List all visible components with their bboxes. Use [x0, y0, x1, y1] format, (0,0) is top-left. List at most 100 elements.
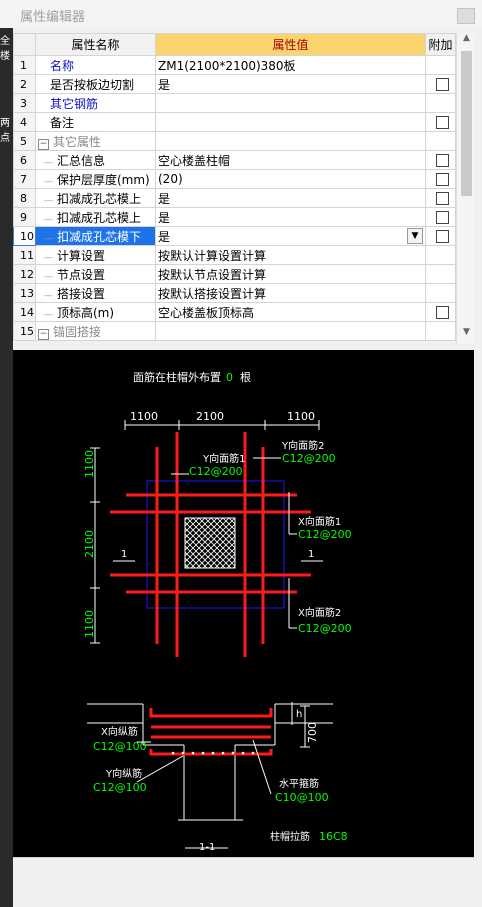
scroll-up-icon[interactable]: ▲	[457, 33, 476, 50]
property-name[interactable]: 顶标高(m)	[35, 302, 156, 322]
table-row[interactable]: 6 汇总信息 空心楼盖柱帽	[13, 150, 456, 170]
property-value[interactable]: 空心楼盖板顶标高	[155, 302, 426, 322]
property-name[interactable]: 其它钢筋	[35, 93, 156, 113]
attach-checkbox[interactable]	[436, 230, 449, 243]
property-value[interactable]: 是	[155, 74, 426, 94]
row-number: 2	[13, 74, 36, 94]
h-stirrup-value: C10@100	[275, 791, 329, 804]
extra-cell	[425, 302, 456, 322]
property-name[interactable]: − 其它属性	[35, 131, 156, 151]
dim-top-right: 1100	[287, 410, 315, 423]
attach-checkbox[interactable]	[436, 211, 449, 224]
table-row[interactable]: 7 保护层厚度(mm) (20)	[13, 169, 456, 189]
row-number: 14	[13, 302, 36, 322]
extra-cell	[425, 245, 456, 265]
extra-cell	[425, 321, 456, 341]
property-value[interactable]: ZM1(2100*2100)380板	[155, 55, 426, 75]
attach-checkbox[interactable]	[436, 306, 449, 319]
property-name-text: 节点设置	[57, 267, 106, 282]
scroll-thumb[interactable]	[461, 51, 472, 196]
table-row[interactable]: 10扣减成孔芯模下是▼	[13, 226, 456, 246]
table-row[interactable]: 2 是否按板边切割 是	[13, 74, 456, 94]
collapse-icon[interactable]: −	[38, 138, 49, 150]
table-row[interactable]: 3 其它钢筋	[13, 93, 456, 113]
collapse-icon[interactable]: −	[38, 328, 49, 340]
bottom-pane	[13, 857, 474, 904]
scroll-down-icon[interactable]: ▼	[457, 327, 476, 344]
property-value[interactable]: 按默认搭接设置计算	[155, 283, 426, 303]
attach-checkbox[interactable]	[436, 116, 449, 129]
title-bar: 属性编辑器	[0, 0, 482, 28]
property-value[interactable]: 是	[155, 207, 426, 227]
table-row[interactable]: 1 名称 ZM1(2100*2100)380板	[13, 55, 456, 75]
property-name[interactable]: 保护层厚度(mm)	[35, 169, 156, 189]
property-value[interactable]: 按默认节点设置计算	[155, 264, 426, 284]
extra-cell	[425, 74, 456, 94]
property-name-text: 计算设置	[57, 248, 106, 263]
property-value[interactable]	[155, 321, 426, 341]
section-leaders	[136, 739, 272, 795]
chevron-down-icon[interactable]: ▼	[407, 227, 423, 244]
table-row[interactable]: 15− 锚固搭接	[13, 321, 456, 341]
property-name[interactable]: 扣减成孔芯模上	[35, 188, 156, 208]
header-name[interactable]: 属性名称	[35, 33, 156, 56]
header-value[interactable]: 属性值	[155, 33, 426, 56]
x-long-label: X向纵筋	[101, 725, 138, 738]
property-value[interactable]	[155, 112, 426, 132]
extra-cell	[425, 226, 456, 246]
property-name[interactable]: 节点设置	[35, 264, 156, 284]
property-name[interactable]: 搭接设置	[35, 283, 156, 303]
dim-top-mid: 2100	[196, 410, 224, 423]
attach-checkbox[interactable]	[436, 173, 449, 186]
property-name[interactable]: 是否按板边切割	[35, 74, 156, 94]
property-value[interactable]	[155, 93, 426, 113]
property-name[interactable]: − 锚固搭接	[35, 321, 156, 341]
header-num	[13, 33, 36, 56]
property-name[interactable]: 备注	[35, 112, 156, 132]
y-face1-label: Y向面筋1	[202, 452, 245, 465]
table-row[interactable]: 4 备注	[13, 112, 456, 132]
y-face1-value: C12@200	[189, 465, 243, 478]
table-row[interactable]: 11 计算设置 按默认计算设置计算	[13, 245, 456, 265]
extra-cell	[425, 55, 456, 75]
property-name[interactable]: 计算设置	[35, 245, 156, 265]
property-value-text: 空心楼盖板顶标高	[158, 305, 255, 320]
table-row[interactable]: 9 扣减成孔芯模上 是	[13, 207, 456, 227]
grid-scrollbar[interactable]: ▲ ▼	[456, 33, 476, 344]
extra-cell	[425, 169, 456, 189]
attach-checkbox[interactable]	[436, 154, 449, 167]
extra-cell	[425, 188, 456, 208]
dim-left-top: 1100	[83, 450, 96, 478]
x-face2-label: X向面筋2	[298, 606, 341, 619]
header-extra[interactable]: 附加	[425, 33, 456, 56]
property-name[interactable]: 扣减成孔芯模下	[35, 226, 156, 246]
property-name[interactable]: 扣减成孔芯模上	[35, 207, 156, 227]
table-row[interactable]: 14 顶标高(m) 空心楼盖板顶标高	[13, 302, 456, 322]
property-name-text: 保护层厚度(mm)	[57, 172, 150, 187]
row-number: 3	[13, 93, 36, 113]
attach-checkbox[interactable]	[436, 192, 449, 205]
property-value[interactable]: (20)	[155, 169, 426, 189]
close-button[interactable]	[457, 8, 475, 24]
property-value-text: (20)	[158, 172, 183, 186]
property-value-text: 按默认节点设置计算	[158, 267, 267, 282]
property-value-text: 是	[158, 229, 171, 244]
grid-header-row: 属性名称 属性值 附加	[13, 33, 456, 56]
property-value-text: 是	[158, 77, 171, 92]
property-name-text: 顶标高(m)	[57, 305, 115, 320]
property-name-text: 其它属性	[53, 134, 102, 149]
property-name[interactable]: 汇总信息	[35, 150, 156, 170]
table-row[interactable]: 12 节点设置 按默认节点设置计算	[13, 264, 456, 284]
property-value[interactable]: 空心楼盖柱帽	[155, 150, 426, 170]
property-value[interactable]: 是 ▼	[155, 226, 426, 246]
property-value[interactable]: 按默认计算设置计算	[155, 245, 426, 265]
table-row[interactable]: 8 扣减成孔芯模上 是	[13, 188, 456, 208]
property-name[interactable]: 名称	[35, 55, 156, 75]
note-unit: 根	[240, 370, 251, 384]
attach-checkbox[interactable]	[436, 78, 449, 91]
table-row[interactable]: 5− 其它属性	[13, 131, 456, 151]
table-row[interactable]: 13 搭接设置 按默认搭接设置计算	[13, 283, 456, 303]
property-value[interactable]	[155, 131, 426, 151]
property-value[interactable]: 是	[155, 188, 426, 208]
section-mark-left: 1	[121, 549, 127, 560]
